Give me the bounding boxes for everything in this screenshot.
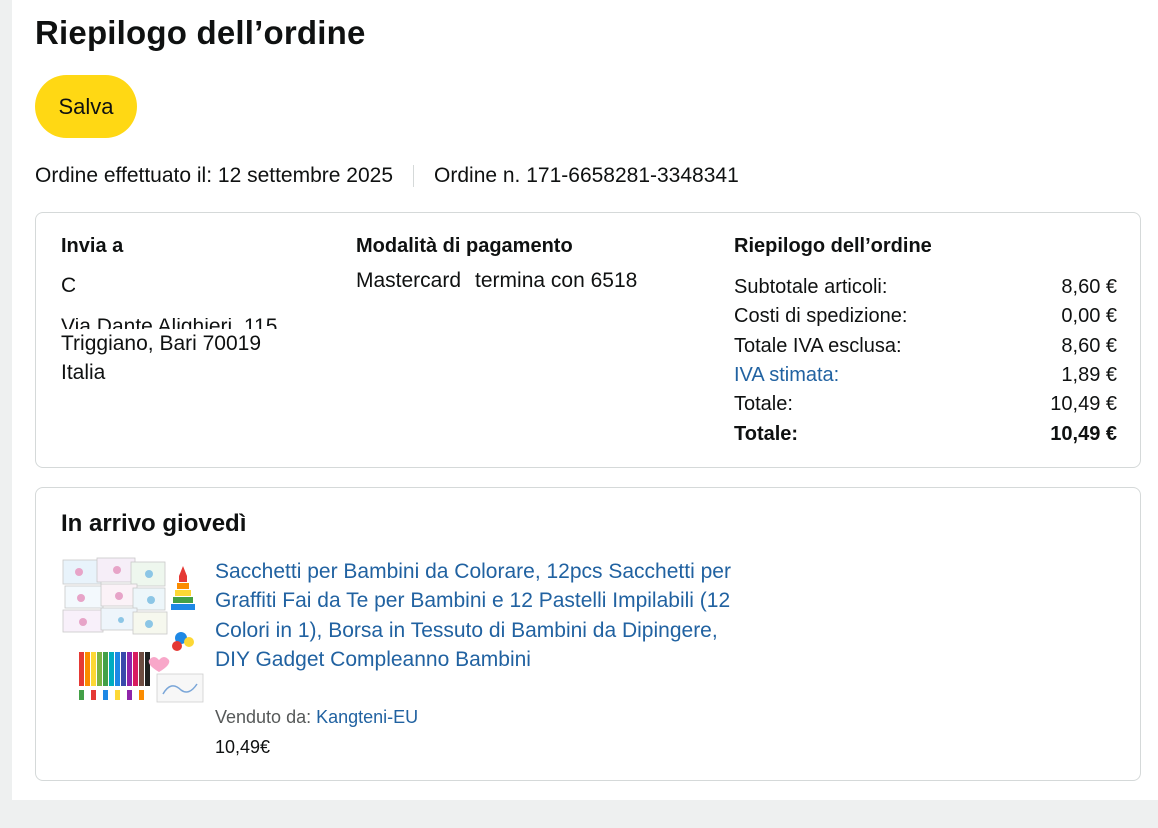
summary-label: Costi di spedizione: [734, 305, 908, 328]
summary-label: Totale: [734, 422, 799, 445]
address-country: Italia [61, 361, 106, 384]
order-meta: Ordine effettuato il: 12 settembre 2025 … [35, 164, 739, 188]
summary-value: 0,00 € [1061, 305, 1117, 328]
product-image[interactable] [61, 556, 207, 706]
ship-to-heading: Invia a [61, 235, 124, 257]
product-title-link[interactable]: Sacchetti per Bambini da Colorare, 12pcs… [215, 557, 735, 674]
payment-heading: Modalità di pagamento [356, 235, 573, 257]
summary-row-total: Totale: 10,49 € [734, 390, 1117, 419]
summary-row-vat: IVA stimata: 1,89 € [734, 361, 1117, 390]
address-line-1-redacted: Cor [61, 271, 301, 300]
summary-value: 8,60 € [1061, 276, 1117, 299]
summary-row-shipping: Costi di spedizione: 0,00 € [734, 302, 1117, 331]
order-summary-page: Riepilogo dell’ordine Salva Ordine effet… [12, 0, 1158, 800]
summary-heading: Riepilogo dell’ordine [734, 235, 932, 257]
card-ending: termina con 6518 [475, 269, 638, 292]
summary-table: Subtotale articoli: 8,60 € Costi di sped… [734, 273, 1117, 449]
order-details-card: Invia a Cor Via Dante Alighieri, 115 Tri… [35, 212, 1141, 468]
summary-value: 1,89 € [1061, 364, 1117, 387]
save-button[interactable]: Salva [35, 75, 137, 138]
order-date: Ordine effettuato il: 12 settembre 2025 [35, 164, 394, 187]
seller-info: Venduto da: Kangteni-EU [215, 707, 418, 728]
summary-row-subtotal: Subtotale articoli: 8,60 € [734, 273, 1117, 302]
address-city: Triggiano, Bari 70019 [61, 332, 262, 355]
divider [413, 165, 415, 187]
seller-label: Venduto da: [215, 707, 312, 727]
payment-method: Mastercard termina con 6518 [356, 269, 637, 293]
product-price: 10,49€ [215, 737, 271, 757]
delivery-card: In arrivo giovedì Sacchetti per Bambini … [35, 487, 1141, 781]
page-title: Riepilogo dell’ordine [35, 14, 366, 51]
card-brand: Mastercard [356, 269, 462, 292]
summary-row-total-excl-vat: Totale IVA esclusa: 8,60 € [734, 332, 1117, 361]
summary-label: Totale: [734, 393, 793, 416]
summary-value: 10,49 € [1050, 393, 1117, 416]
summary-value: 8,60 € [1061, 334, 1117, 357]
summary-row-grand-total: Totale: 10,49 € [734, 419, 1117, 448]
delivery-heading: In arrivo giovedì [61, 510, 247, 537]
order-number: Ordine n. 171-6658281-3348341 [434, 164, 739, 187]
summary-label: Subtotale articoli: [734, 276, 888, 299]
summary-label: Totale IVA esclusa: [734, 334, 902, 357]
shipping-address: Cor Via Dante Alighieri, 115 Triggiano, … [61, 271, 301, 387]
seller-link[interactable]: Kangteni-EU [316, 707, 418, 727]
vat-estimate-link[interactable]: IVA stimata: [734, 364, 839, 387]
address-line-2-redacted: Via Dante Alighieri, 115 [61, 300, 301, 329]
summary-value: 10,49 € [1050, 422, 1117, 445]
